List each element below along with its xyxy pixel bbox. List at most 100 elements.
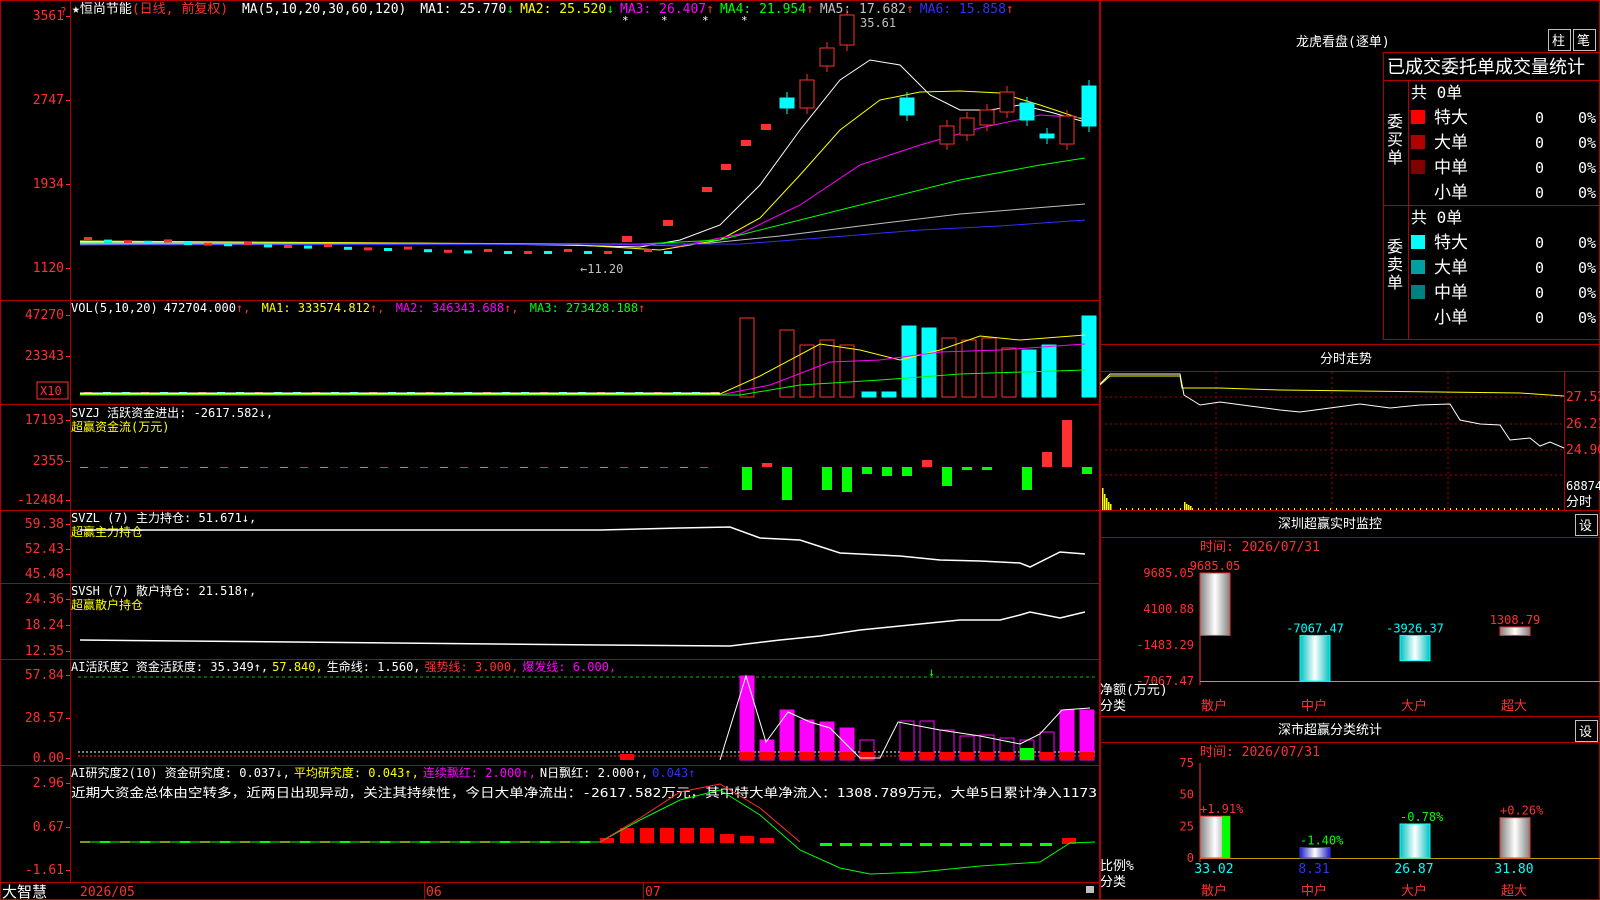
intraday-volume-bar [1498,508,1499,510]
classify-bar-accent [1222,816,1230,858]
ai-research-axis: 2.96 0.67 -1.61 [25,776,70,878]
flow-bar [942,467,952,486]
order-row-label: 小单 [1434,308,1468,328]
date-label-may: 2026/05 [80,885,135,900]
activity-base [740,752,754,760]
order-row-count: 0 [1535,259,1544,277]
intraday-volume-bar [1204,508,1205,510]
activity-base [760,752,774,760]
flow-bar [160,467,168,468]
order-row-label: 小单 [1434,183,1468,203]
intraday-volume-bar [1522,508,1523,510]
flow-bar [120,467,128,468]
intraday-volume-bar [1258,508,1259,510]
classify-category-label: 大户 [1401,883,1427,899]
ma-legend-item: MA1: 25.770 [420,2,506,17]
intraday-volume-bar [1282,508,1283,510]
volume-legend: VOL(5,10,20) 472704.000↑, MA1: 333574.812… [71,301,645,315]
intraday-volume-bar [1414,508,1415,510]
intraday-volume-bar [1288,508,1289,510]
intraday-volume-bar [1168,508,1169,510]
tick-mode-label: 笔 [1577,33,1590,49]
flow-bar [580,467,588,468]
stock-period: (日线, 前复权) [132,1,228,17]
flow-bar [280,467,288,468]
candle [344,246,352,250]
intraday-volume-bar [1372,508,1373,510]
flow-bar [762,463,772,467]
kline-chart-area[interactable]: ? ★恒尚节能(日线, 前复权) MA(5,10,20,30,60,120) M… [0,0,1100,900]
candle [604,251,612,254]
monitor-axis-label: 4100.88 [1143,602,1194,616]
activity-base [620,754,634,760]
research-bar [840,843,852,846]
ma-trend-icon: ↑ [906,2,914,17]
axis-tick-label: 28.57 [25,711,64,726]
ai-activity-axis: 57.84 28.57 0.00 [25,668,70,766]
intraday-volume-bar [1312,508,1313,510]
monitor-category-label: 超大 [1501,699,1527,714]
classify-value-label: 8.31 [1298,862,1329,877]
candle [939,125,955,145]
intraday-volume-bar [1432,508,1433,510]
axis-tick-label: 2747 [33,93,64,108]
flow-bar [620,467,628,468]
dragon-tiger-tabs[interactable]: 已成交委托单成交量统计 [1387,57,1585,78]
flow-bar [300,467,308,468]
buy-total: 共 0单 [1411,83,1462,102]
ma-trend-icon: ↓ [506,2,514,17]
flow-bar [260,467,268,468]
monitor-bar-超大 [1499,626,1531,636]
svg-text:*: * [661,14,668,27]
svzl-axis: 59.38 52.43 45.48 [25,517,70,582]
intraday-volume-bar [1300,508,1301,510]
candle [504,251,512,254]
intraday-volume-bar [1228,508,1229,510]
flow-bar [320,467,328,468]
date-label-jul: 07 [645,885,661,900]
candle [324,244,332,248]
intraday-volume-bar [1420,508,1421,510]
order-row-label: 中单 [1434,283,1468,303]
intraday-volume-bar [1110,504,1112,510]
ma-trend-icon: ↑ [1006,2,1014,17]
price-legend: ★恒尚节能(日线, 前复权) MA(5,10,20,30,60,120) MA1… [72,1,1014,17]
intraday-volume-bar [1456,508,1457,510]
sell-orders-label: 委卖单 [1387,237,1403,292]
candle [624,251,632,254]
classify-change: -1.40% [1300,833,1344,847]
svzj-title: SVZJ 活跃资金进出: -2617.582↓, [71,405,273,420]
order-row-label: 大单 [1434,258,1468,278]
intraday-volume-bar [1156,508,1157,510]
candle [144,240,152,244]
order-row-label: 特大 [1434,233,1468,253]
intraday-volume-bar [1144,508,1145,510]
flow-bar [240,467,248,468]
intraday-volume-bar [1504,508,1505,510]
axis-tick-label: 0.67 [33,820,64,835]
axis-tick-label: 18.24 [25,618,64,633]
monitor-settings-label: 设 [1579,519,1592,534]
intraday-panel[interactable]: 分时走势 27.52 26.21 24.90 68874 分时 [1100,344,1600,511]
lock-icon[interactable] [1086,886,1094,893]
intraday-volume-bar [1174,508,1175,510]
candle [164,239,172,243]
classify-time: 时间: 2026/07/31 [1200,745,1320,760]
order-color-swatch [1411,110,1425,124]
intraday-volume-bar [1402,508,1403,510]
research-bar [940,843,952,846]
monitor-bar-value: -7067.47 [1286,621,1344,635]
flow-bar [540,467,548,468]
flow-bar [200,467,208,468]
intraday-title: 分时走势 [1320,351,1372,367]
axis-tick-label: 3561 [33,9,64,24]
classify-panel: 深市超赢分类统计 设 时间: 2026/07/31 75 50 25 0 +1.91% 3… [1100,720,1600,899]
right-panels: 龙虎看盘(逐单) 柱 笔 已成交委托单成交量统计 委买单 委卖单 共 0单 共 … [1100,0,1600,900]
retail-holdings-line [79,611,1086,647]
activity-base [980,752,994,760]
order-row-percent: 0% [1578,109,1596,127]
candle [484,249,492,252]
classify-value-label: 31.80 [1494,862,1533,877]
axis-tick-label: 0.00 [33,751,64,766]
activity-bar-green [1020,748,1034,760]
